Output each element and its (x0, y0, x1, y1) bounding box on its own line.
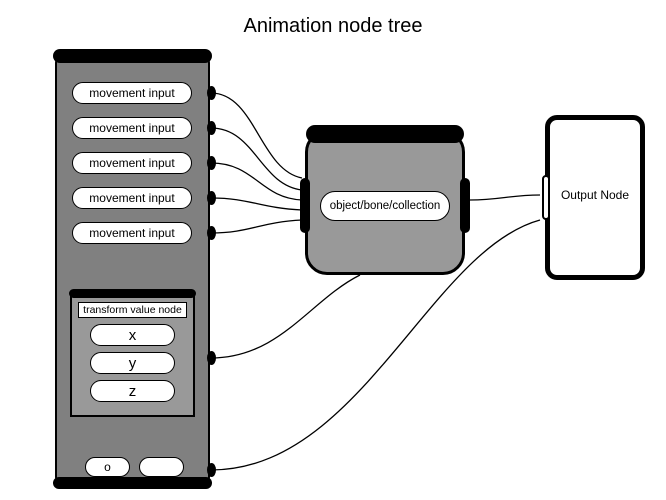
movement-input-2[interactable]: movement input (72, 152, 192, 174)
bottom-button-blank[interactable] (139, 457, 184, 477)
movement-input-3[interactable]: movement input (72, 187, 192, 209)
object-node: object/bone/collection (305, 130, 465, 275)
object-node-top-bar (306, 125, 464, 143)
transform-top-bar (69, 289, 196, 298)
transform-label: transform value node (78, 302, 187, 318)
axis-z[interactable]: z (90, 380, 175, 402)
socket-input-2[interactable] (207, 156, 216, 170)
object-node-output-handle[interactable] (460, 178, 470, 233)
axis-y[interactable]: y (90, 352, 175, 374)
panel-bottom-bar (53, 477, 212, 489)
inputs-panel: movement input movement input movement i… (55, 55, 210, 485)
transform-value-node: transform value node x y z (70, 292, 195, 417)
bottom-button-o[interactable]: o (85, 457, 130, 477)
object-node-input-handle[interactable] (300, 178, 310, 233)
socket-bottom[interactable] (207, 463, 216, 477)
output-node-input-handle[interactable] (542, 175, 550, 220)
movement-input-1[interactable]: movement input (72, 117, 192, 139)
panel-top-bar (53, 49, 212, 63)
socket-input-0[interactable] (207, 86, 216, 100)
movement-input-4[interactable]: movement input (72, 222, 192, 244)
socket-input-3[interactable] (207, 191, 216, 205)
axis-x[interactable]: x (90, 324, 175, 346)
object-node-label: object/bone/collection (320, 191, 450, 221)
diagram-title: Animation node tree (0, 15, 666, 38)
socket-input-1[interactable] (207, 121, 216, 135)
movement-input-0[interactable]: movement input (72, 82, 192, 104)
socket-transform[interactable] (207, 351, 216, 365)
output-node: Output Node (545, 115, 645, 280)
output-node-label: Output Node (550, 188, 640, 202)
socket-input-4[interactable] (207, 226, 216, 240)
